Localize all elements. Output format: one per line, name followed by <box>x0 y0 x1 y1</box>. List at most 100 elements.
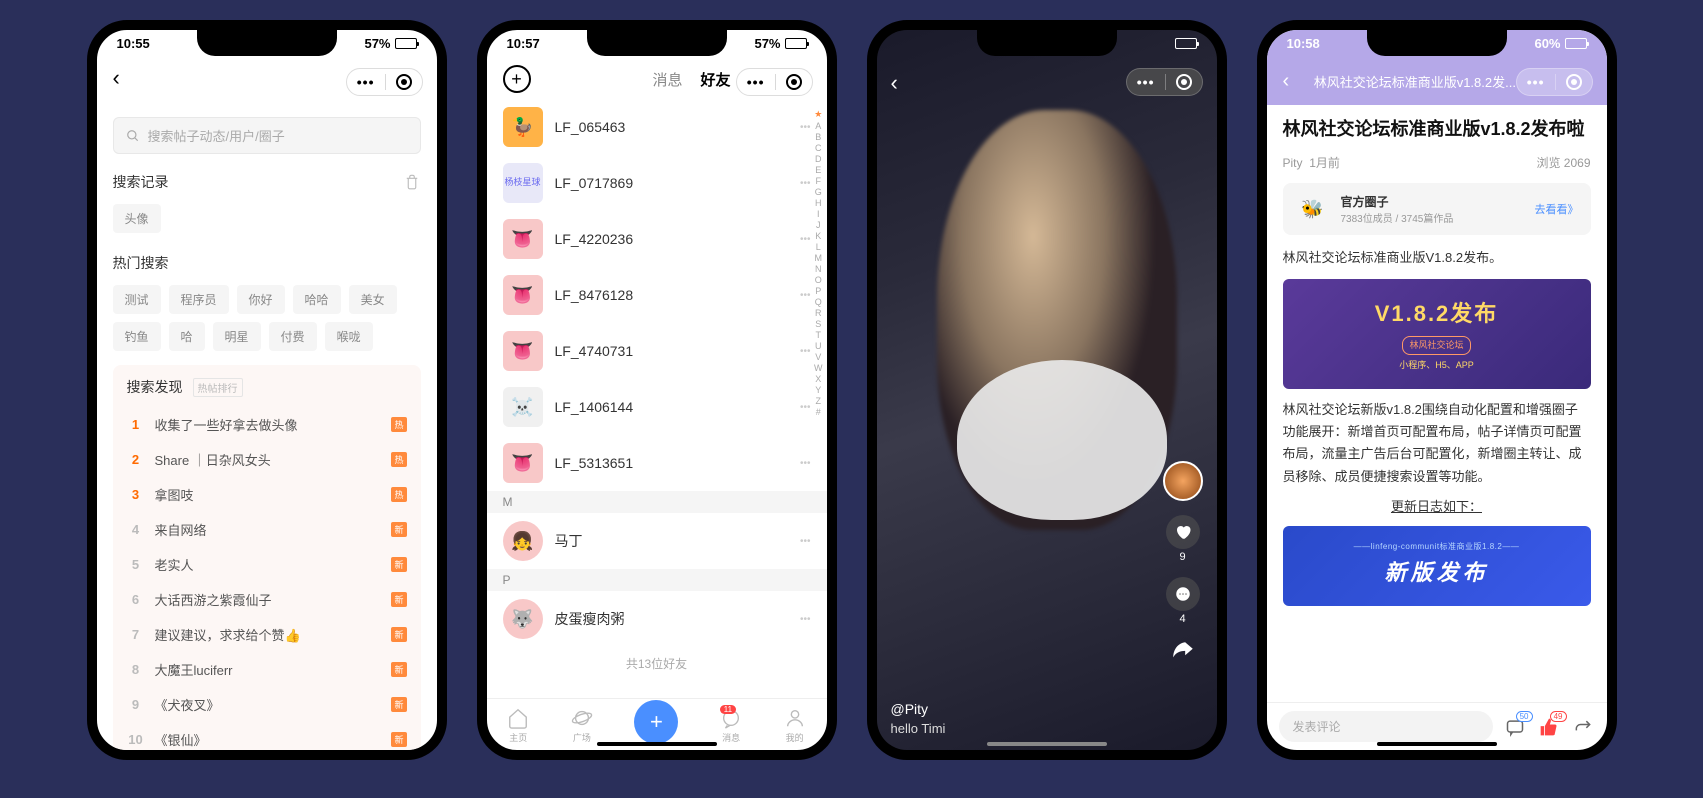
index-letter[interactable]: X <box>815 374 821 384</box>
search-input[interactable]: 搜索帖子动态/用户/圈子 <box>113 117 421 154</box>
search-tag[interactable]: 哈哈 <box>293 285 341 314</box>
index-letter[interactable]: Q <box>815 297 822 307</box>
nav-me[interactable]: 我的 <box>784 707 806 744</box>
circle-card[interactable]: 🐝 官方圈子 7383位成员 / 3745篇作品 去看看》 <box>1283 183 1591 235</box>
comment-input[interactable]: 发表评论 <box>1279 711 1493 742</box>
discover-item[interactable]: 3拿图吱热 <box>127 477 407 512</box>
index-letter[interactable]: C <box>815 143 822 153</box>
close-target-icon[interactable] <box>396 74 412 90</box>
trash-icon[interactable] <box>403 173 421 191</box>
index-letter[interactable]: Y <box>815 385 821 395</box>
index-letter[interactable]: E <box>815 165 821 175</box>
search-tag[interactable]: 哈 <box>169 322 205 351</box>
nav-home[interactable]: 主页 <box>507 707 529 744</box>
friend-more-icon[interactable]: ••• <box>800 234 811 245</box>
like-button[interactable] <box>1166 515 1200 549</box>
search-tag[interactable]: 美女 <box>349 285 397 314</box>
author-name[interactable]: Pity <box>1283 156 1303 170</box>
search-tag[interactable]: 程序员 <box>169 285 229 314</box>
comments-button[interactable]: 50 <box>1503 715 1527 739</box>
tab-messages[interactable]: 消息 <box>652 69 682 90</box>
add-button[interactable]: + <box>503 65 531 93</box>
friend-more-icon[interactable]: ••• <box>800 178 811 189</box>
article-body[interactable]: 林风社交论坛标准商业版v1.8.2发布啦 Pity 1月前 浏览 2069 🐝 … <box>1267 105 1607 702</box>
index-letter[interactable]: L <box>816 242 821 252</box>
index-letter[interactable]: F <box>816 176 822 186</box>
close-target-icon[interactable] <box>1176 74 1192 90</box>
search-tag[interactable]: 头像 <box>113 204 161 233</box>
index-letter[interactable]: M <box>815 253 823 263</box>
friend-item[interactable]: 👅LF_8476128••• <box>487 267 827 323</box>
friend-more-icon[interactable]: ••• <box>800 122 811 133</box>
index-letter[interactable]: A <box>815 121 821 131</box>
discover-item[interactable]: 6大话西游之紫霞仙子新 <box>127 582 407 617</box>
friend-item[interactable]: 👧马丁••• <box>487 513 827 569</box>
more-icon[interactable]: ••• <box>1527 74 1545 90</box>
index-letter[interactable]: D <box>815 154 822 164</box>
like-button[interactable]: 49 <box>1537 715 1561 739</box>
index-letter[interactable]: H <box>815 198 822 208</box>
friend-item[interactable]: 🦆LF_065463••• <box>487 99 827 155</box>
miniprogram-capsule[interactable]: ••• <box>1126 68 1203 96</box>
index-letter[interactable]: J <box>816 220 821 230</box>
friend-more-icon[interactable]: ••• <box>800 402 811 413</box>
circle-link[interactable]: 去看看》 <box>1535 201 1579 217</box>
friend-more-icon[interactable]: ••• <box>800 536 811 547</box>
search-tag[interactable]: 明星 <box>213 322 261 351</box>
miniprogram-capsule[interactable]: ••• <box>1516 68 1593 96</box>
index-letter[interactable]: T <box>816 330 822 340</box>
close-target-icon[interactable] <box>1566 74 1582 90</box>
search-tag[interactable]: 你好 <box>237 285 285 314</box>
alphabet-index[interactable]: ★ABCDEFGHIJKLMNOPQRSTUVWXYZ# <box>814 109 823 417</box>
friend-item[interactable]: 👅LF_5313651••• <box>487 435 827 491</box>
friend-more-icon[interactable]: ••• <box>800 614 811 625</box>
miniprogram-capsule[interactable]: ••• <box>736 68 813 96</box>
index-letter[interactable]: U <box>815 341 822 351</box>
friend-more-icon[interactable]: ••• <box>800 290 811 301</box>
index-letter[interactable]: B <box>815 132 821 142</box>
search-tag[interactable]: 测试 <box>113 285 161 314</box>
index-letter[interactable]: V <box>815 352 821 362</box>
nav-messages[interactable]: 消息 11 <box>720 707 742 744</box>
back-icon[interactable]: ‹ <box>113 65 120 91</box>
share-button[interactable] <box>1170 639 1196 670</box>
nav-add-button[interactable]: + <box>634 700 678 744</box>
discover-item[interactable]: 1收集了一些好拿去做头像热 <box>127 407 407 442</box>
search-tag[interactable]: 钓鱼 <box>113 322 161 351</box>
friend-more-icon[interactable]: ••• <box>800 458 811 469</box>
friend-item[interactable]: 👅LF_4740731••• <box>487 323 827 379</box>
index-letter[interactable]: O <box>815 275 822 285</box>
share-button[interactable] <box>1571 715 1595 739</box>
friend-item[interactable]: 👅LF_4220236••• <box>487 211 827 267</box>
more-icon[interactable]: ••• <box>1137 74 1155 90</box>
friend-list[interactable]: 🦆LF_065463•••杨枝星球LF_0717869•••👅LF_422023… <box>487 99 827 698</box>
index-letter[interactable]: I <box>817 209 820 219</box>
index-letter[interactable]: S <box>815 319 821 329</box>
index-letter[interactable]: # <box>816 407 821 417</box>
index-letter[interactable]: R <box>815 308 822 318</box>
index-letter[interactable]: Z <box>816 396 822 406</box>
author-avatar[interactable] <box>1163 461 1203 501</box>
discover-item[interactable]: 8大魔王luciferr新 <box>127 652 407 687</box>
tab-friends[interactable]: 好友 <box>700 69 730 90</box>
search-tag[interactable]: 喉咙 <box>325 322 373 351</box>
friend-item[interactable]: ☠️LF_1406144••• <box>487 379 827 435</box>
nav-square[interactable]: 广场 <box>571 707 593 744</box>
close-target-icon[interactable] <box>786 74 802 90</box>
friend-more-icon[interactable]: ••• <box>800 346 811 357</box>
index-letter[interactable]: W <box>814 363 823 373</box>
more-icon[interactable]: ••• <box>747 74 765 90</box>
comment-button[interactable] <box>1166 577 1200 611</box>
discover-item[interactable]: 10《银仙》新 <box>127 722 407 757</box>
back-icon[interactable]: ‹ <box>1283 70 1290 93</box>
index-letter[interactable]: K <box>815 231 821 241</box>
discover-item[interactable]: 7建议建议，求求给个赞👍新 <box>127 617 407 652</box>
search-tag[interactable]: 付费 <box>269 322 317 351</box>
video-author[interactable]: @Pity <box>891 701 946 717</box>
more-icon[interactable]: ••• <box>357 74 375 90</box>
discover-item[interactable]: 9《犬夜叉》新 <box>127 687 407 722</box>
friend-item[interactable]: 🐺皮蛋瘦肉粥••• <box>487 591 827 647</box>
index-letter[interactable]: G <box>815 187 822 197</box>
index-star[interactable]: ★ <box>814 109 822 120</box>
friend-item[interactable]: 杨枝星球LF_0717869••• <box>487 155 827 211</box>
